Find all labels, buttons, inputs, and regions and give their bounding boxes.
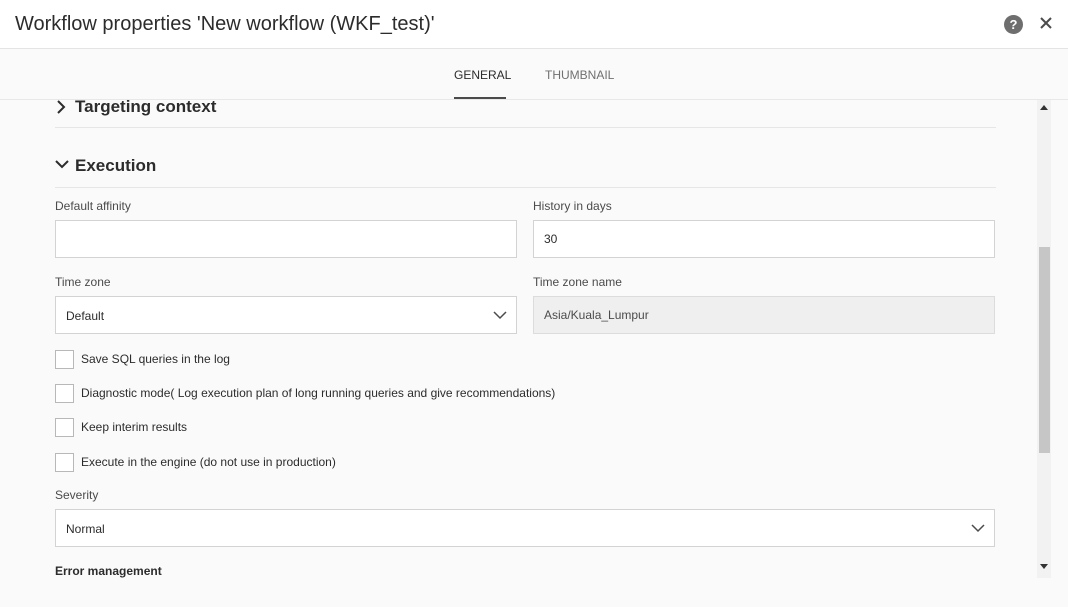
scroll-down-arrow-icon[interactable]: [1040, 564, 1048, 569]
chevron-down-icon: [493, 311, 507, 320]
diagnostic-mode-label: Diagnostic mode( Log execution plan of l…: [81, 386, 556, 400]
scroll-up-arrow-icon[interactable]: [1040, 105, 1048, 110]
dialog-content: Targeting context Execution Default affi…: [0, 100, 1068, 607]
close-icon[interactable]: [1037, 13, 1055, 33]
severity-select[interactable]: Normal: [55, 509, 995, 547]
save-sql-queries-checkbox-row[interactable]: Save SQL queries in the log: [55, 350, 255, 370]
time-zone-label: Time zone: [55, 275, 111, 289]
section-execution[interactable]: Execution: [55, 156, 996, 188]
keep-interim-results-label: Keep interim results: [81, 420, 188, 434]
execute-in-engine-label: Execute in the engine (do not use in pro…: [81, 455, 336, 469]
time-zone-name-field: [533, 296, 995, 334]
time-zone-select[interactable]: Default: [55, 296, 517, 334]
keep-interim-results-checkbox[interactable]: [55, 418, 74, 437]
scrollbar-thumb[interactable]: [1039, 247, 1050, 453]
section-title-targeting-context: Targeting context: [75, 100, 217, 116]
default-affinity-input[interactable]: [55, 220, 517, 258]
keep-interim-results-checkbox-row[interactable]: Keep interim results: [55, 418, 215, 438]
diagnostic-mode-checkbox[interactable]: [55, 384, 74, 403]
history-in-days-input[interactable]: [533, 220, 995, 258]
section-title-execution: Execution: [75, 156, 157, 175]
chevron-right-icon: [57, 100, 66, 114]
default-affinity-label: Default affinity: [55, 199, 131, 213]
tab-thumbnail[interactable]: THUMBNAIL: [545, 68, 614, 99]
time-zone-name-label: Time zone name: [533, 275, 622, 289]
execute-in-engine-checkbox[interactable]: [55, 453, 74, 472]
time-zone-value: Default: [66, 309, 105, 323]
history-in-days-label: History in days: [533, 199, 612, 213]
save-sql-queries-checkbox[interactable]: [55, 350, 74, 369]
tab-general[interactable]: GENERAL: [454, 68, 511, 99]
tab-bar: GENERAL THUMBNAIL: [0, 49, 1068, 100]
severity-value: Normal: [66, 522, 105, 536]
severity-label: Severity: [55, 488, 99, 502]
chevron-down-icon: [971, 524, 985, 533]
save-sql-queries-label: Save SQL queries in the log: [81, 352, 230, 366]
dialog-title: Workflow properties 'New workflow (WKF_t…: [15, 13, 435, 35]
dialog-header: Workflow properties 'New workflow (WKF_t…: [0, 0, 1068, 49]
section-targeting-context[interactable]: Targeting context: [55, 100, 996, 128]
help-icon[interactable]: ?: [1004, 15, 1023, 34]
chevron-down-icon: [55, 160, 69, 169]
diagnostic-mode-checkbox-row[interactable]: Diagnostic mode( Log execution plan of l…: [55, 384, 575, 404]
content-scrollbar[interactable]: [1037, 100, 1051, 578]
execute-in-engine-checkbox-row[interactable]: Execute in the engine (do not use in pro…: [55, 453, 355, 473]
error-management-heading: Error management: [55, 564, 162, 578]
